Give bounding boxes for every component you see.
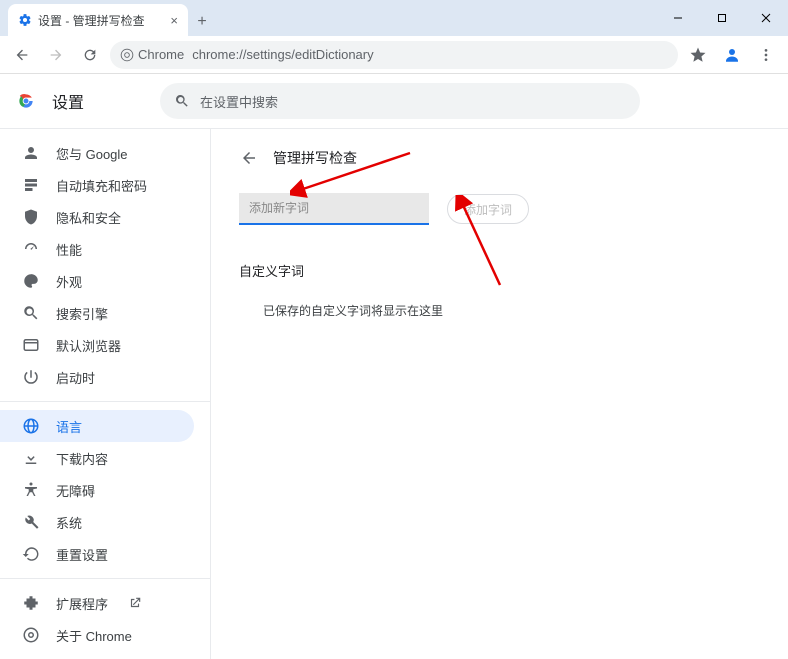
sidebar-item-downloads[interactable]: 下载内容 xyxy=(0,442,194,474)
menu-icon[interactable] xyxy=(752,41,780,69)
person-icon xyxy=(22,144,40,162)
sidebar-item-accessibility[interactable]: 无障碍 xyxy=(0,474,194,506)
gear-icon xyxy=(18,13,32,27)
window-titlebar: 设置 - 管理拼写检查 × + xyxy=(0,0,788,36)
sidebar-label: 默认浏览器 xyxy=(56,336,121,355)
sidebar-item-search-engine[interactable]: 搜索引擎 xyxy=(0,297,194,329)
globe-icon xyxy=(22,417,40,435)
sidebar-label: 无障碍 xyxy=(56,481,95,500)
settings-header: 设置 在设置中搜索 xyxy=(0,74,788,129)
tab-title: 设置 - 管理拼写检查 xyxy=(38,12,164,29)
reload-button[interactable] xyxy=(76,41,104,69)
sidebar-label: 系统 xyxy=(56,513,82,532)
site-chip-label: Chrome xyxy=(138,47,184,62)
download-icon xyxy=(22,449,40,467)
accessibility-icon xyxy=(22,481,40,499)
page-title: 设置 xyxy=(52,89,84,113)
sidebar-item-you-and-google[interactable]: 您与 Google xyxy=(0,137,194,169)
divider xyxy=(0,578,210,579)
sidebar-label: 关于 Chrome xyxy=(56,626,132,645)
settings-sidebar: 您与 Google 自动填充和密码 隐私和安全 性能 外观 搜索引擎 默认浏览器… xyxy=(0,129,210,659)
back-button[interactable] xyxy=(8,41,36,69)
panel-title: 管理拼写检查 xyxy=(273,148,357,168)
sidebar-label: 语言 xyxy=(56,417,82,436)
sidebar-item-reset[interactable]: 重置设置 xyxy=(0,538,194,570)
sidebar-item-languages[interactable]: 语言 xyxy=(0,410,194,442)
sidebar-label: 外观 xyxy=(56,272,82,291)
back-arrow-button[interactable] xyxy=(239,148,259,168)
sidebar-label: 搜索引擎 xyxy=(56,304,108,323)
extension-icon xyxy=(22,594,40,612)
sidebar-label: 性能 xyxy=(56,240,82,259)
browser-icon xyxy=(22,336,40,354)
sidebar-item-extensions[interactable]: 扩展程序 xyxy=(0,587,194,619)
sidebar-item-performance[interactable]: 性能 xyxy=(0,233,194,265)
sidebar-item-system[interactable]: 系统 xyxy=(0,506,194,538)
address-bar[interactable]: Chrome chrome://settings/editDictionary xyxy=(110,41,678,69)
close-icon[interactable]: × xyxy=(170,13,178,28)
add-word-button[interactable]: 添加字词 xyxy=(447,194,529,224)
restore-icon xyxy=(22,545,40,563)
chrome-small-icon xyxy=(22,626,40,644)
sidebar-label: 自动填充和密码 xyxy=(56,176,147,195)
site-chip: Chrome xyxy=(120,47,184,62)
main-panel: 管理拼写检查 添加字词 自定义字词 已保存的自定义字词将显示在这里 xyxy=(210,129,788,659)
maximize-button[interactable] xyxy=(700,3,744,33)
sidebar-item-appearance[interactable]: 外观 xyxy=(0,265,194,297)
minimize-button[interactable] xyxy=(656,3,700,33)
add-word-input[interactable] xyxy=(239,193,429,225)
shield-icon xyxy=(22,208,40,226)
sidebar-label: 您与 Google xyxy=(56,144,128,163)
sidebar-label: 下载内容 xyxy=(56,449,108,468)
bookmark-icon[interactable] xyxy=(684,41,712,69)
custom-words-label: 自定义字词 xyxy=(239,261,760,280)
window-controls xyxy=(656,0,788,36)
settings-search-placeholder: 在设置中搜索 xyxy=(200,92,278,111)
browser-tab[interactable]: 设置 - 管理拼写检查 × xyxy=(8,4,188,36)
search-icon xyxy=(174,93,190,109)
sidebar-item-about[interactable]: 关于 Chrome xyxy=(0,619,194,651)
divider xyxy=(0,401,210,402)
sidebar-label: 隐私和安全 xyxy=(56,208,121,227)
chrome-logo-icon xyxy=(16,91,36,111)
sidebar-label: 启动时 xyxy=(56,368,95,387)
autofill-icon xyxy=(22,176,40,194)
power-icon xyxy=(22,368,40,386)
url-text: chrome://settings/editDictionary xyxy=(192,47,373,62)
forward-button[interactable] xyxy=(42,41,70,69)
wrench-icon xyxy=(22,513,40,531)
settings-search[interactable]: 在设置中搜索 xyxy=(160,83,640,119)
external-link-icon xyxy=(128,596,142,610)
close-window-button[interactable] xyxy=(744,3,788,33)
sidebar-item-on-startup[interactable]: 启动时 xyxy=(0,361,194,393)
chrome-icon xyxy=(120,48,134,62)
sidebar-label: 重置设置 xyxy=(56,545,108,564)
browser-toolbar: Chrome chrome://settings/editDictionary xyxy=(0,36,788,74)
profile-icon[interactable] xyxy=(718,41,746,69)
new-tab-button[interactable]: + xyxy=(188,8,216,36)
speed-icon xyxy=(22,240,40,258)
search-icon xyxy=(22,304,40,322)
sidebar-item-autofill[interactable]: 自动填充和密码 xyxy=(0,169,194,201)
sidebar-item-privacy[interactable]: 隐私和安全 xyxy=(0,201,194,233)
empty-state-text: 已保存的自定义字词将显示在这里 xyxy=(263,302,760,319)
sidebar-label: 扩展程序 xyxy=(56,594,108,613)
sidebar-item-default-browser[interactable]: 默认浏览器 xyxy=(0,329,194,361)
palette-icon xyxy=(22,272,40,290)
